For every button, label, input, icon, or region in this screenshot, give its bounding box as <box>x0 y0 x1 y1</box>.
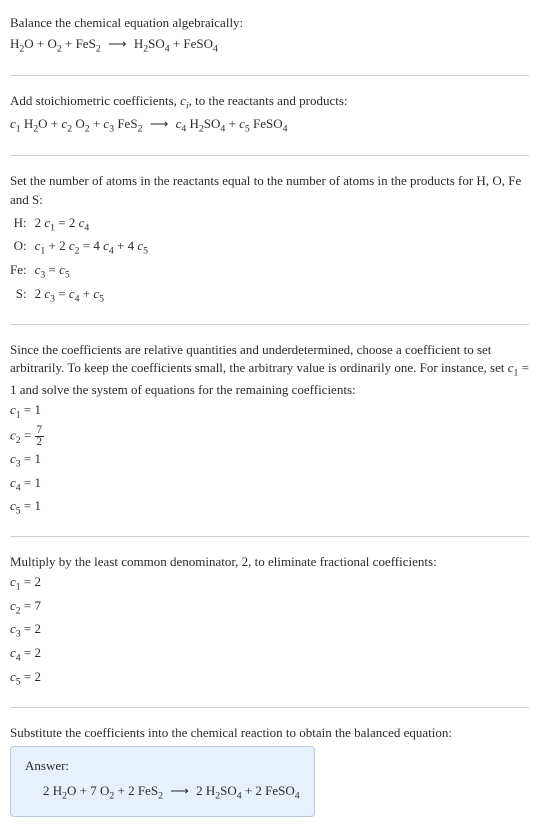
section-balance: Balance the chemical equation algebraica… <box>10 8 529 65</box>
answer-label: Answer: <box>25 757 300 776</box>
section-atoms: Set the number of atoms in the reactants… <box>10 166 529 314</box>
section2-equation: c1 H2O + c2 O2 + c3 FeS2 ⟶ c4 H2SO4 + c5… <box>10 113 529 139</box>
atom-label: H: <box>10 213 35 237</box>
atom-equation: c3 = c5 <box>35 260 154 284</box>
divider <box>10 707 529 708</box>
section1-title: Balance the chemical equation algebraica… <box>10 14 529 33</box>
coef-item: c2 = 72 <box>10 424 529 449</box>
section-solve: Since the coefficients are relative quan… <box>10 335 529 527</box>
coefficients-list-2: c1 = 2 c2 = 7 c3 = 2 c4 = 2 c5 = 2 <box>10 572 529 691</box>
coef-item: c2 = 7 <box>10 596 529 620</box>
section6-text: Substitute the coefficients into the che… <box>10 724 529 743</box>
section5-text: Multiply by the least common denominator… <box>10 553 529 572</box>
coefficients-list-1: c1 = 1 c2 = 72 c3 = 1 c4 = 1 c5 = 1 <box>10 400 529 520</box>
atom-equation: 2 c3 = c4 + c5 <box>35 284 154 308</box>
atom-label: O: <box>10 236 35 260</box>
coef-item: c5 = 1 <box>10 496 529 520</box>
section-multiply: Multiply by the least common denominator… <box>10 547 529 696</box>
divider <box>10 75 529 76</box>
table-row: O: c1 + 2 c2 = 4 c4 + 4 c5 <box>10 236 154 260</box>
atom-label: Fe: <box>10 260 35 284</box>
table-row: H: 2 c1 = 2 c4 <box>10 213 154 237</box>
table-row: S: 2 c3 = c4 + c5 <box>10 284 154 308</box>
coef-item: c3 = 2 <box>10 619 529 643</box>
coef-item: c5 = 2 <box>10 667 529 691</box>
section1-equation: H2O + O2 + FeS2 ⟶ H2SO4 + FeSO4 <box>10 33 529 59</box>
section-coefficients: Add stoichiometric coefficients, ci, to … <box>10 86 529 145</box>
section3-title: Set the number of atoms in the reactants… <box>10 172 529 210</box>
answer-box: Answer: 2 H2O + 7 O2 + 2 FeS2 ⟶ 2 H2SO4 … <box>10 746 315 817</box>
coef-item: c1 = 1 <box>10 400 529 424</box>
coef-item: c4 = 2 <box>10 643 529 667</box>
section2-title: Add stoichiometric coefficients, ci, to … <box>10 92 529 114</box>
coef-item: c3 = 1 <box>10 449 529 473</box>
atom-label: S: <box>10 284 35 308</box>
atom-equations-table: H: 2 c1 = 2 c4 O: c1 + 2 c2 = 4 c4 + 4 c… <box>10 213 154 308</box>
fraction: 72 <box>35 425 45 448</box>
coef-item: c1 = 2 <box>10 572 529 596</box>
table-row: Fe: c3 = c5 <box>10 260 154 284</box>
divider <box>10 324 529 325</box>
atom-equation: 2 c1 = 2 c4 <box>35 213 154 237</box>
coef-item: c4 = 1 <box>10 473 529 497</box>
divider <box>10 536 529 537</box>
divider <box>10 155 529 156</box>
answer-equation: 2 H2O + 7 O2 + 2 FeS2 ⟶ 2 H2SO4 + 2 FeSO… <box>25 780 300 806</box>
section4-text: Since the coefficients are relative quan… <box>10 341 529 400</box>
atom-equation: c1 + 2 c2 = 4 c4 + 4 c5 <box>35 236 154 260</box>
section-substitute: Substitute the coefficients into the che… <box>10 718 529 823</box>
